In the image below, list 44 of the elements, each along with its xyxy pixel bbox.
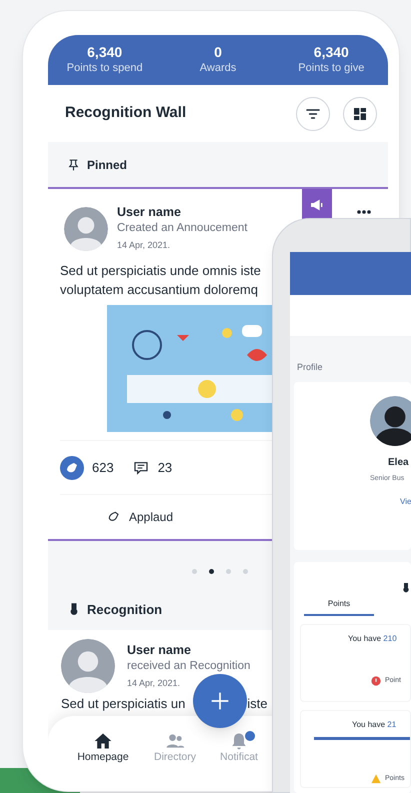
stat-label: Awards (200, 61, 236, 76)
medal-icon (69, 602, 79, 617)
section-heading: Recognition (87, 600, 162, 619)
megaphone-icon (309, 197, 325, 213)
post-action: Created an Annoucement (117, 221, 248, 236)
section-heading: Pinned (87, 156, 128, 174)
nav-tab[interactable]: Homepage (67, 731, 139, 763)
stat-value: 6,340 (314, 44, 349, 60)
medal-icon (402, 582, 410, 594)
stat-label: Points to spend (66, 61, 143, 76)
stat-value: 6,340 (87, 44, 122, 60)
more-icon (357, 210, 371, 214)
post-date: 14 Apr, 2021. (117, 239, 172, 252)
post-text: iste (247, 695, 268, 713)
layout-button[interactable] (343, 96, 377, 130)
plus-icon (210, 691, 230, 711)
post-text: Sed ut perspiciatis unde omnis iste (60, 262, 262, 280)
filter-button[interactable] (296, 96, 330, 130)
section-label: Profile (296, 361, 324, 373)
avatar-icon (61, 639, 115, 693)
user-name: User name (127, 642, 192, 658)
points-text: You have 21 (352, 719, 398, 731)
applaud-button[interactable]: Applaud (60, 495, 218, 539)
pin-icon (67, 158, 80, 172)
comment-count: 23 (158, 458, 172, 477)
stat-value: 0 (214, 44, 222, 60)
home-icon (93, 731, 113, 751)
post-date: 14 Apr, 2021. (127, 676, 182, 690)
post-action: received an Recognition (127, 658, 250, 674)
avatar-icon (370, 396, 411, 446)
tab[interactable]: Points (304, 598, 374, 616)
grid-icon (352, 106, 368, 122)
profile-name: Elea (388, 457, 410, 469)
post-text: Sed ut perspiciatis un (61, 695, 186, 713)
page-title: Recognition Wall (65, 103, 186, 124)
comment-icon (132, 460, 150, 476)
more-button[interactable] (355, 207, 373, 217)
stat-label: Points to give (298, 61, 364, 76)
points-text: You have 210 (348, 633, 398, 645)
profile-link[interactable]: Vie (400, 496, 411, 508)
applause-count: 623 (92, 458, 114, 477)
user-name: User name (117, 204, 182, 220)
avatar-icon (64, 206, 108, 250)
post-text: voluptatem accusantium doloremq (60, 281, 259, 299)
